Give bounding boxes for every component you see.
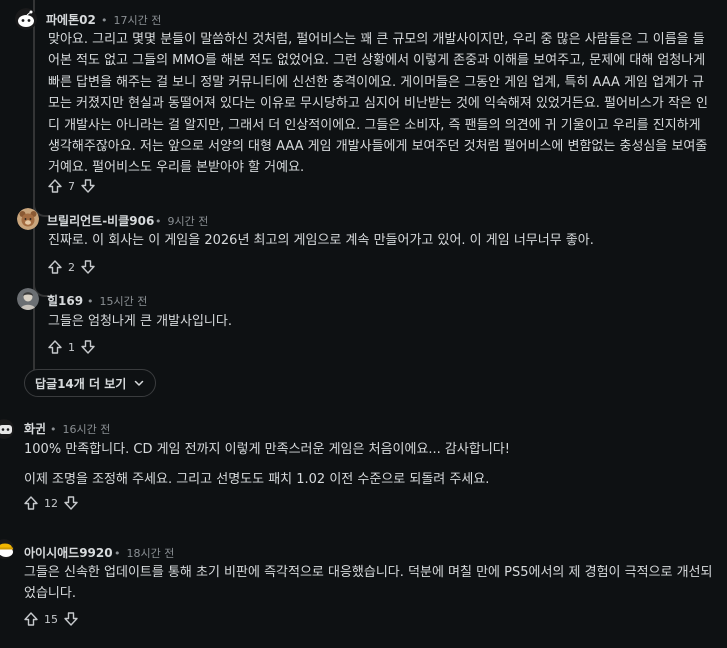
comment-text: 100% 만족합니다. CD 게임 전까지 이렇게 만족스러운 게임은 처음이에… [24, 442, 510, 457]
robot-avatar-icon [0, 419, 14, 439]
vote-bar: 7 [47, 177, 96, 195]
comment-author[interactable]: 아이시애드9920 [24, 544, 113, 561]
comment-timestamp[interactable]: • 15시간 전 [87, 293, 147, 309]
timestamp-text[interactable]: 18시간 전 [127, 547, 175, 560]
timestamp-text[interactable]: 15시간 전 [100, 295, 148, 308]
comment-author[interactable]: 힐169 [47, 292, 83, 309]
upvote-icon[interactable] [23, 495, 39, 511]
comment-text: 그들은 엄청나게 큰 개발사입니다. [48, 314, 232, 329]
timestamp-text[interactable]: 17시간 전 [114, 14, 162, 27]
comment-timestamp[interactable]: • 16시간 전 [50, 421, 110, 437]
downvote-icon[interactable] [80, 259, 96, 275]
comment-timestamp[interactable]: • 9시간 전 [155, 213, 208, 229]
comment-body: 그들은 신속한 업데이트를 통해 초기 비판에 즉각적으로 대응했습니다. 덕분… [24, 562, 714, 605]
comment-body: 맞아요. 그리고 몇몇 분들이 말씀하신 것처럼, 펄어비스는 꽤 큰 규모의 … [48, 29, 716, 179]
snoo-avatar-icon [15, 8, 37, 30]
upvote-icon[interactable] [23, 611, 39, 627]
comment-text: 이제 조명을 조정해 주세요. 그리고 선명도도 패치 1.02 이전 수준으로… [24, 472, 490, 488]
vote-count: 1 [68, 340, 75, 354]
character-avatar-icon [17, 288, 39, 310]
downvote-icon[interactable] [63, 495, 79, 511]
comment-body: 그들은 엄청나게 큰 개발사입니다. [48, 311, 716, 332]
avatar[interactable] [15, 8, 37, 30]
comment-timestamp[interactable]: • 18시간 전 [114, 545, 174, 561]
comment-author[interactable]: 브릴리언트-비클906 [47, 212, 154, 229]
upvote-icon[interactable] [47, 339, 63, 355]
timestamp-text[interactable]: 16시간 전 [63, 423, 111, 436]
downvote-icon[interactable] [80, 339, 96, 355]
downvote-icon[interactable] [80, 178, 96, 194]
comment-author[interactable]: 화귄 [24, 420, 46, 437]
vote-count: 12 [44, 496, 58, 510]
chevron-down-icon [135, 380, 144, 386]
thread-rail[interactable] [33, 0, 35, 368]
comment-text: 맞아요. 그리고 몇몇 분들이 말씀하신 것처럼, 펄어비스는 꽤 큰 규모의 … [48, 32, 708, 176]
vote-count: 7 [68, 179, 75, 193]
comment-author[interactable]: 파에톤02 [46, 11, 96, 28]
timestamp-text[interactable]: 9시간 전 [168, 215, 209, 228]
more-replies-button[interactable]: 답글14개 더 보기 [24, 369, 157, 397]
avatar[interactable] [17, 208, 39, 230]
vote-bar: 15 [23, 610, 79, 628]
comment-body: 진짜로. 이 회사는 이 게임을 2026년 최고의 게임으로 계속 만들어가고… [48, 230, 716, 251]
vote-count: 15 [44, 612, 58, 626]
upvote-icon[interactable] [47, 259, 63, 275]
hardhat-avatar-icon [0, 539, 14, 559]
comment-text: 진짜로. 이 회사는 이 게임을 2026년 최고의 게임으로 계속 만들어가고… [48, 233, 594, 248]
avatar[interactable] [0, 539, 14, 559]
vote-bar: 1 [47, 338, 96, 356]
vote-bar: 12 [23, 494, 79, 512]
bear-avatar-icon [17, 208, 39, 230]
comment-body: 100% 만족합니다. CD 게임 전까지 이렇게 만족스러운 게임은 처음이에… [24, 439, 714, 491]
downvote-icon[interactable] [63, 611, 79, 627]
upvote-icon[interactable] [47, 178, 63, 194]
avatar[interactable] [0, 419, 14, 439]
comment-text: 그들은 신속한 업데이트를 통해 초기 비판에 즉각적으로 대응했습니다. 덕분… [24, 565, 713, 602]
comment-timestamp[interactable]: • 17시간 전 [101, 12, 161, 28]
vote-bar: 2 [47, 258, 96, 276]
avatar[interactable] [17, 288, 39, 310]
more-replies-label: 답글14개 더 보기 [35, 376, 127, 391]
vote-count: 2 [68, 260, 75, 274]
